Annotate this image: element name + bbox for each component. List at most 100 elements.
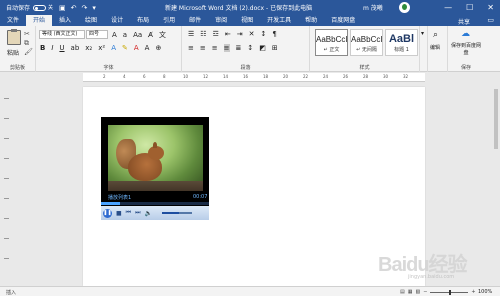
subscript-icon[interactable]: x₂ [85, 44, 92, 52]
grow-font-icon[interactable]: A [112, 31, 117, 39]
tab-draw[interactable]: 绘图 [78, 15, 104, 26]
cut-icon[interactable]: ✂ [24, 30, 30, 38]
paste-label[interactable]: 粘贴 [7, 48, 19, 57]
bold-icon[interactable]: B [40, 44, 45, 52]
zoom-out-icon[interactable]: − [423, 289, 427, 295]
borders-icon[interactable]: ⊞ [272, 44, 278, 52]
underline-icon[interactable]: U [59, 44, 64, 52]
format-painter-icon[interactable]: 🖌 [24, 48, 33, 56]
phonetic-icon[interactable]: 文 [159, 30, 166, 40]
view-read-icon[interactable]: ▤ [400, 289, 405, 295]
autosave-state: 关 [48, 5, 54, 11]
scrollbar-thumb[interactable] [494, 89, 498, 149]
close-button[interactable]: ✕ [487, 3, 494, 12]
save-icon[interactable]: ▣ [59, 4, 66, 12]
redo-icon[interactable]: ↷ [82, 4, 88, 12]
align-right-icon[interactable]: ≡ [212, 44, 218, 52]
tab-layout[interactable]: 布局 [130, 15, 156, 26]
zoom-slider-knob[interactable] [449, 289, 452, 295]
zoom-percent[interactable]: 100% [478, 289, 492, 295]
search-icon[interactable]: ⌕ [433, 30, 438, 40]
user-name[interactable]: m 茂曦 [363, 3, 383, 12]
save-group: ☁ 保存到百度网盘 保存 [448, 26, 484, 72]
watermark-url: jingyan.baidu.com [408, 274, 455, 280]
strikethrough-icon[interactable]: ab [71, 44, 80, 52]
font-color-icon[interactable]: A [134, 44, 139, 52]
char-shading-icon[interactable]: A [145, 44, 150, 52]
tab-mailings[interactable]: 邮件 [182, 15, 208, 26]
line-spacing-icon[interactable]: ↕ [247, 44, 253, 52]
highlight-icon[interactable]: ✎ [122, 44, 128, 52]
autosave-toggle[interactable] [33, 4, 47, 11]
styles-group-label: 样式 [359, 65, 370, 71]
share-button[interactable]: 共享 [458, 17, 470, 26]
align-center-icon[interactable]: ≡ [200, 44, 206, 52]
seek-bar[interactable] [101, 202, 209, 205]
italic-icon[interactable]: I [51, 44, 53, 52]
tab-view[interactable]: 视图 [234, 15, 260, 26]
comment-icon[interactable]: ▭ [487, 16, 494, 24]
avatar[interactable] [399, 2, 410, 13]
superscript-icon[interactable]: x² [98, 44, 105, 52]
editing-label[interactable]: 编辑 [430, 44, 440, 51]
tab-baidu-netdisk[interactable]: 百度网盘 [324, 15, 362, 26]
decrease-indent-icon[interactable]: ⇤ [225, 30, 231, 38]
vertical-scrollbar[interactable] [492, 73, 500, 286]
undo-icon[interactable]: ↶ [71, 4, 77, 12]
tab-help[interactable]: 帮助 [298, 15, 324, 26]
tab-references[interactable]: 引用 [156, 15, 182, 26]
clear-format-icon[interactable]: A̸ [148, 31, 153, 39]
change-case-icon[interactable]: Aa [133, 31, 142, 39]
copy-icon[interactable]: ⧉ [24, 39, 29, 48]
next-icon[interactable]: ⏭ [135, 209, 140, 217]
media-player[interactable]: 播放列表1 00:07 ❚❚ ■ ⏮ ⏭ 🔈 [101, 117, 209, 220]
insert-mode[interactable]: 插入 [6, 289, 16, 296]
title-bar: 自动保存 关 ▣ ↶ ↷ ▾ 新建 Microsoft Word 文档 (2).… [0, 0, 500, 15]
tab-file[interactable]: 文件 [0, 15, 26, 26]
pause-button[interactable]: ❚❚ [103, 208, 112, 218]
sort-icon[interactable]: ↕ [260, 30, 266, 38]
chinese-layout-icon[interactable]: ✕ [249, 30, 255, 38]
volume-slider[interactable] [162, 212, 192, 214]
video-frame[interactable] [108, 125, 203, 191]
shrink-font-icon[interactable]: a [123, 31, 127, 39]
view-web-icon[interactable]: ▧ [415, 289, 420, 295]
baidu-netdisk-icon[interactable]: ☁ [461, 29, 470, 39]
font-name-select[interactable]: 等线 (西文正文) [39, 30, 85, 39]
show-marks-icon[interactable]: ¶ [272, 30, 276, 38]
tab-review[interactable]: 审阅 [208, 15, 234, 26]
numbering-icon[interactable]: ☷ [200, 30, 206, 38]
maximize-button[interactable]: ☐ [466, 3, 473, 12]
tab-insert[interactable]: 插入 [52, 15, 78, 26]
view-print-icon[interactable]: ▦ [408, 289, 413, 295]
style-no-spacing[interactable]: AaBbCcI ↵ 无间隔 [350, 29, 383, 56]
zoom-slider[interactable] [430, 289, 469, 295]
enclose-char-icon[interactable]: ⊕ [155, 44, 161, 52]
align-left-icon[interactable]: ≡ [188, 44, 194, 52]
minimize-button[interactable]: — [444, 3, 452, 12]
tab-developer[interactable]: 开发工具 [260, 15, 298, 26]
style-heading-1[interactable]: AaBl 标题 1 [385, 29, 418, 56]
customize-icon[interactable]: ▾ [92, 4, 96, 12]
tab-design[interactable]: 设计 [104, 15, 130, 26]
vertical-ruler[interactable] [0, 73, 13, 286]
style-normal[interactable]: AaBbCcI ↵ 正文 [315, 29, 348, 56]
zoom-in-icon[interactable]: + [471, 289, 475, 295]
distributed-icon[interactable]: ≣ [236, 44, 242, 52]
tab-home[interactable]: 开始 [26, 15, 53, 26]
horizontal-ruler[interactable]: 2 4 6 8 10 12 14 16 18 20 22 24 26 28 30… [83, 73, 425, 82]
styles-more-icon[interactable]: ▾ [421, 30, 424, 37]
increase-indent-icon[interactable]: ⇥ [237, 30, 243, 38]
stop-icon[interactable]: ■ [116, 210, 122, 217]
justify-icon[interactable]: ≡ [223, 44, 230, 52]
multilevel-list-icon[interactable]: ☲ [213, 30, 219, 38]
text-effects-icon[interactable]: A [111, 44, 116, 52]
shading-icon[interactable]: ◩ [259, 44, 266, 52]
previous-icon[interactable]: ⏮ [126, 209, 131, 217]
font-size-select[interactable]: 四号 [86, 30, 108, 39]
styles-scroll: ▾ [420, 26, 428, 72]
paste-icon[interactable] [7, 29, 21, 45]
bullets-icon[interactable]: ☰ [188, 30, 194, 38]
save-to-netdisk-label[interactable]: 保存到百度网盘 [450, 42, 482, 56]
volume-icon[interactable]: 🔈 [144, 210, 151, 217]
